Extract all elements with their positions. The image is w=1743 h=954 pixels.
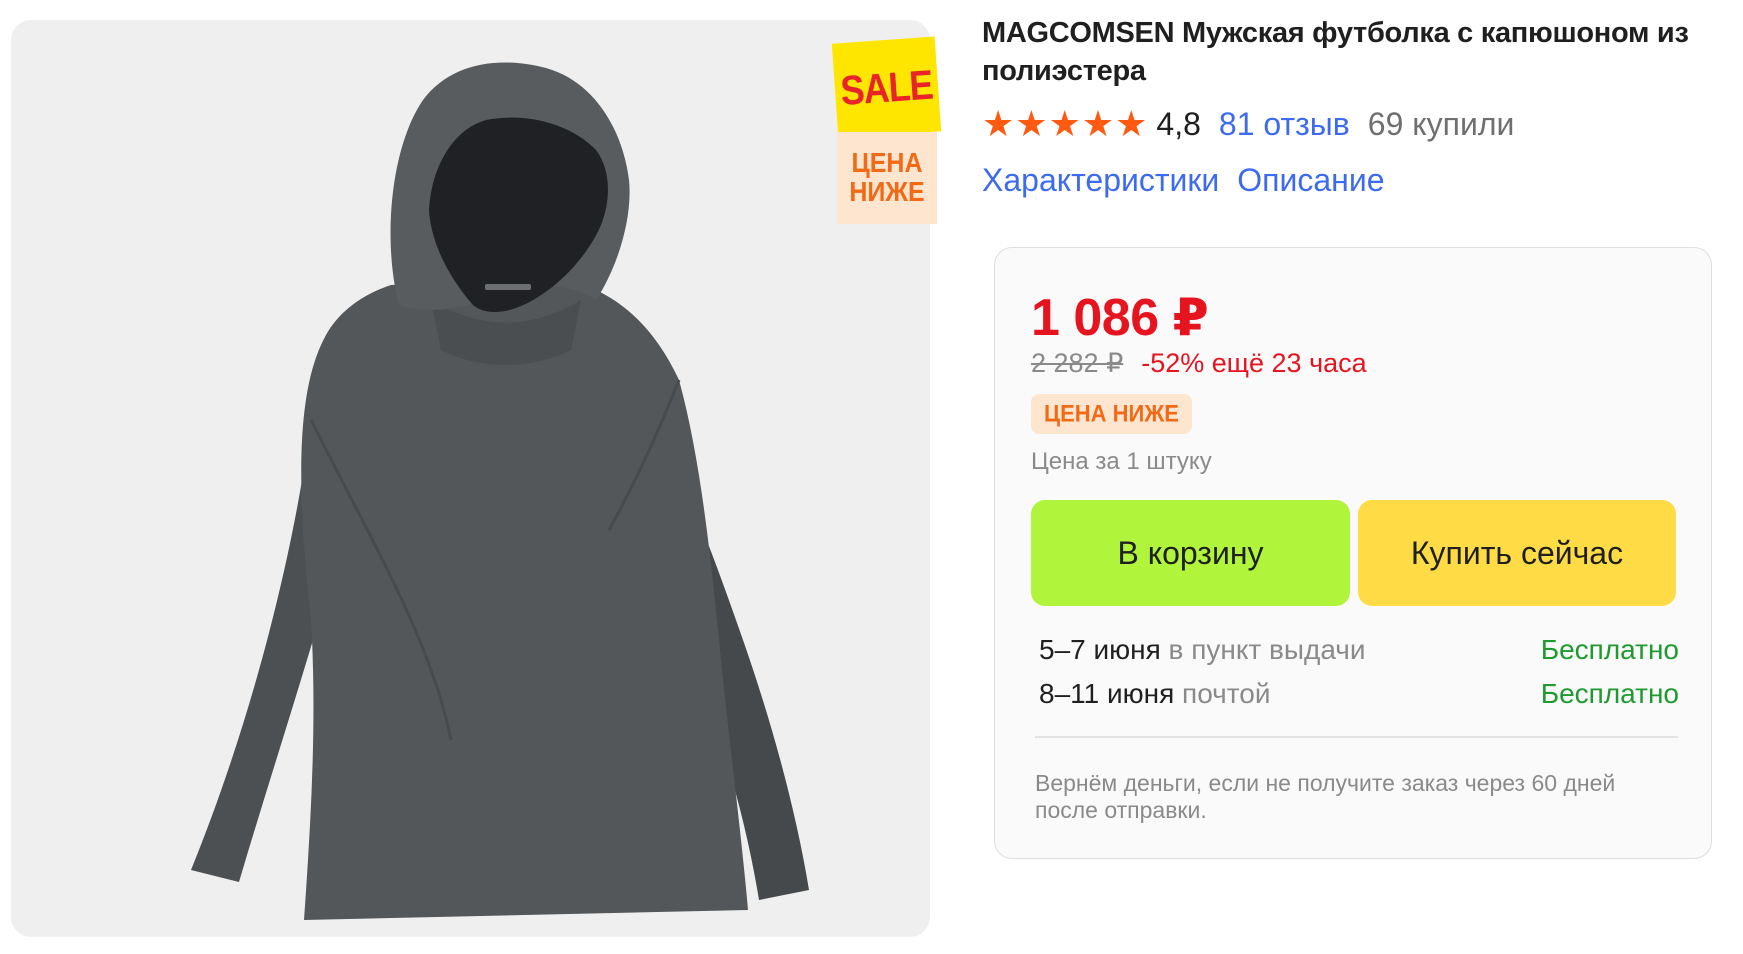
hoodie-illustration: [191, 62, 809, 920]
section-links: Характеристики Описание: [982, 162, 1737, 199]
star-icon: ★: [1015, 103, 1048, 144]
sale-label: SALE: [831, 36, 942, 139]
badge-label: ЦЕНА НИЖЕ: [1044, 399, 1179, 428]
reviews-link[interactable]: 81 отзыв: [1219, 106, 1350, 143]
current-price: 1 086 ₽: [1031, 289, 1209, 347]
discount-label: -52% ещё 23 часа: [1141, 348, 1367, 378]
old-price: 2 282 ₽: [1031, 348, 1124, 378]
buy-box: 1 086 ₽ 2 282 ₽ -52% ещё 23 часа ЦЕНА НИ…: [994, 247, 1712, 859]
divider: [1035, 736, 1678, 738]
delivery-method: почтой: [1182, 678, 1271, 709]
old-price-row: 2 282 ₽ -52% ещё 23 часа: [1031, 348, 1367, 379]
delivery-option-pickup: 5–7 июня в пункт выдачи Бесплатно: [1039, 634, 1679, 666]
rating-stars: ★ ★ ★ ★ ★: [982, 106, 1148, 142]
add-to-cart-button[interactable]: В корзину: [1031, 500, 1350, 606]
price-lower-badge: ЦЕНА НИЖЕ: [1031, 394, 1192, 434]
price-lower-label: ЦЕНА НИЖЕ: [837, 132, 937, 224]
purchase-count: 69 купили: [1367, 105, 1515, 142]
description-link[interactable]: Описание: [1237, 162, 1384, 199]
star-icon: ★: [1081, 103, 1115, 144]
delivery-date: 5–7 июня: [1039, 634, 1161, 665]
delivery-cost: Бесплатно: [1540, 678, 1679, 709]
star-icon: ★: [1048, 103, 1081, 144]
delivery-method: в пункт выдачи: [1168, 634, 1366, 665]
rating-row: ★ ★ ★ ★ ★ 4,8 81 отзыв 69 купили: [982, 104, 1737, 144]
rating-value: 4,8: [1156, 105, 1201, 142]
money-back-guarantee: Вернём деньги, если не получите заказ че…: [1035, 770, 1616, 823]
star-icon: ★: [1115, 103, 1148, 144]
product-info: MAGCOMSEN Мужская футболка с капюшоном и…: [982, 14, 1737, 199]
product-title: MAGCOMSEN Мужская футболка с капюшоном и…: [982, 17, 1689, 87]
sale-sticker: SALE ЦЕНА НИЖЕ: [831, 36, 942, 224]
product-gallery[interactable]: [11, 20, 930, 937]
product-image[interactable]: [11, 20, 930, 937]
delivery-cost: Бесплатно: [1540, 634, 1679, 665]
characteristics-link[interactable]: Характеристики: [982, 162, 1219, 199]
unit-price-note: Цена за 1 штуку: [1031, 448, 1212, 475]
delivery-option-post: 8–11 июня почтой Бесплатно: [1039, 678, 1679, 710]
buy-now-button[interactable]: Купить сейчас: [1358, 500, 1676, 606]
star-icon: ★: [982, 103, 1015, 144]
delivery-date: 8–11 июня: [1039, 678, 1175, 709]
